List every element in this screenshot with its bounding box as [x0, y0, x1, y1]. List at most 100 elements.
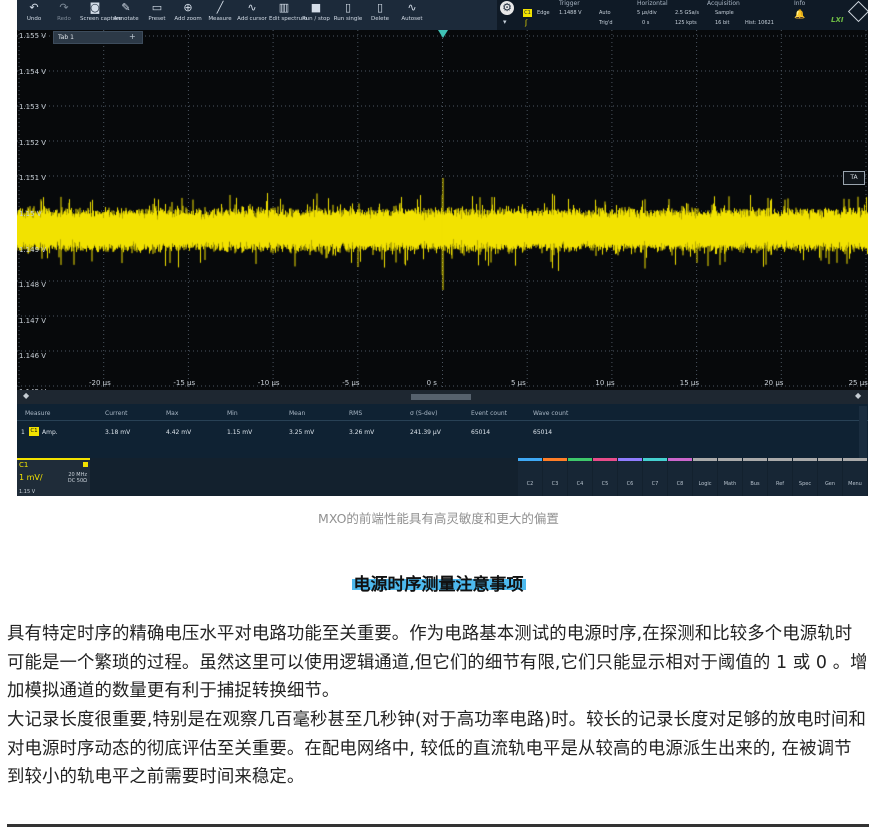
channel-name: C1 [19, 461, 29, 469]
button-c3[interactable]: C3 [543, 458, 567, 496]
current-header: Current [105, 410, 128, 417]
button-logic[interactable]: Logic [693, 458, 717, 496]
measure-button[interactable]: ╱ Measure [205, 0, 235, 30]
measure-type[interactable]: Amp. [42, 429, 58, 436]
y-tick-label: 1.149 V [19, 245, 47, 254]
event-count-header: Event count [471, 410, 508, 417]
wave-count-value: 65014 [533, 429, 553, 436]
zoom-icon: ⊕ [183, 1, 193, 14]
x-tick-label: -10 µs [257, 379, 280, 387]
add-cursor-button[interactable]: ∿ Add cursor [237, 0, 267, 30]
bell-icon[interactable]: 🔔 [794, 10, 805, 20]
scroll-thumb[interactable] [411, 394, 471, 400]
rs-logo-icon [847, 0, 868, 23]
rms-value: 3.26 mV [349, 429, 375, 436]
stop-icon: ■ [310, 1, 322, 14]
button-c2[interactable]: C2 [518, 458, 542, 496]
trigger-channel-badge: C1 [523, 9, 532, 17]
button-math[interactable]: Math [718, 458, 742, 496]
x-tick-label: -5 µs [342, 379, 360, 387]
y-tick-label: 1.15 V [19, 210, 42, 218]
vertical-scale[interactable]: 1 mV/ [19, 473, 43, 482]
x-tick-label: 15 µs [679, 379, 700, 387]
button-bus[interactable]: Bus [743, 458, 767, 496]
screen-capture-button[interactable]: ◙ Screen capture [80, 0, 122, 30]
rms-header: RMS [349, 410, 363, 417]
channel-c1-box[interactable]: C1 1 mV/ 20 MHz DC 50Ω 1.15 V [17, 458, 90, 496]
edge-icon: ʃ [525, 19, 528, 27]
current-value: 3.18 mV [105, 429, 131, 436]
coupling: DC 50Ω [67, 478, 87, 484]
vertical-offset: 1.15 V [19, 489, 36, 495]
gear-icon[interactable]: ⚙ [500, 1, 514, 15]
trigger-level[interactable]: 1.1488 V [559, 10, 582, 16]
trigger-type[interactable]: Edge [537, 10, 550, 16]
add-zoom-button[interactable]: ⊕ Add zoom [173, 0, 203, 30]
autoset-icon: ∿ [407, 1, 417, 14]
section-heading-wrap: 电源时序测量注意事项 [0, 570, 877, 595]
x-tick-label: 20 µs [764, 379, 784, 387]
y-tick-label: 1.153 V [19, 103, 47, 112]
mean-value: 3.25 mV [289, 429, 315, 436]
button-menu[interactable]: Menu [843, 458, 867, 496]
time-scale[interactable]: 5 µs/div [637, 10, 657, 16]
sdev-header: σ (S-dev) [410, 410, 438, 417]
channel-indicator-icon [83, 462, 88, 467]
x-tick-label: 0 s [426, 379, 437, 387]
paragraph-1: 具有特定时序的精确电压水平对电路功能至关重要。作为电路基本测试的电源时序,在探测… [7, 624, 868, 701]
camera-icon: ◙ [89, 1, 101, 14]
waveform-display[interactable]: Tab 1 + TA 1.155 V 1.154 V 1.153 V 1.152 V 1… [17, 30, 868, 390]
trigger-position-marker[interactable] [438, 30, 448, 38]
paragraph-2: 大记录长度很重要,特别是在观察几百毫秒甚至几秒钟(对于高功率电路)时。较长的记录… [7, 710, 866, 787]
spectrum-icon: ▥ [278, 1, 290, 14]
acquisition-mode[interactable]: Sample [715, 10, 734, 16]
measure-channel-badge[interactable]: C1 [29, 427, 39, 436]
undo-button[interactable]: ↶ Undo [19, 0, 49, 30]
x-tick-label: -15 µs [173, 379, 196, 387]
button-c8[interactable]: C8 [668, 458, 692, 496]
button-spec[interactable]: Spec [793, 458, 817, 496]
sdev-value: 241.39 µV [410, 429, 441, 436]
trash-icon: ▯ [376, 1, 384, 14]
tab-1-label: Tab 1 [58, 34, 74, 41]
trigger-level-marker[interactable]: TA [843, 171, 865, 185]
run-single-button[interactable]: ▯ Run single [333, 0, 363, 30]
cursor-icon: ∿ [247, 1, 257, 14]
horizontal-header: Horizontal [637, 0, 668, 7]
measure-scrollbar[interactable] [859, 406, 867, 458]
waveform-trace [17, 30, 868, 390]
expand-icon[interactable]: ▾ [503, 18, 507, 26]
max-value: 4.42 mV [166, 429, 192, 436]
edit-spectrum-button[interactable]: ▥ Edit spectrum [269, 0, 307, 30]
horizontal-scrollbar[interactable]: ◆ ◆ [17, 390, 868, 404]
y-tick-label: 1.147 V [19, 316, 47, 325]
toolbar: ↶ Undo ↷ Redo ◙ Screen capture ✎ Annotate ▭ P… [17, 0, 868, 30]
redo-button[interactable]: ↷ Redo [49, 0, 79, 30]
sample-rate[interactable]: 2.5 GSa/s [675, 10, 699, 16]
button-gen[interactable]: Gen [818, 458, 842, 496]
button-c4[interactable]: C4 [568, 458, 592, 496]
annotate-button[interactable]: ✎ Annotate [111, 0, 141, 30]
scroll-right-icon[interactable]: ◆ [855, 391, 861, 400]
wave-count-header: Wave count [533, 410, 569, 417]
add-tab-button[interactable]: + [129, 31, 136, 42]
button-ref[interactable]: Ref [768, 458, 792, 496]
button-c5[interactable]: C5 [593, 458, 617, 496]
trigger-mode[interactable]: Auto [599, 10, 611, 16]
record-length[interactable]: 125 kpts [675, 20, 697, 26]
oscilloscope-screenshot: ↶ Undo ↷ Redo ◙ Screen capture ✎ Annotate ▭ P… [17, 0, 868, 496]
delete-button[interactable]: ▯ Delete [365, 0, 395, 30]
bandwidth-coupling: 20 MHz DC 50Ω [59, 472, 87, 484]
preset-button[interactable]: ▭ Preset [142, 0, 172, 30]
trigger-header: Trigger [559, 0, 580, 7]
scroll-left-icon[interactable]: ◆ [23, 391, 29, 400]
time-offset[interactable]: 0 s [642, 20, 649, 26]
y-tick-label: 1.155 V [19, 32, 47, 40]
button-c7[interactable]: C7 [643, 458, 667, 496]
resolution: 16 bit [715, 20, 730, 26]
run-stop-button[interactable]: ■ Run / stop [301, 0, 331, 30]
trigger-coupling: Trig'd [599, 20, 613, 26]
autoset-button[interactable]: ∿ Autoset [397, 0, 427, 30]
pen-icon: ✎ [121, 1, 131, 14]
button-c6[interactable]: C6 [618, 458, 642, 496]
